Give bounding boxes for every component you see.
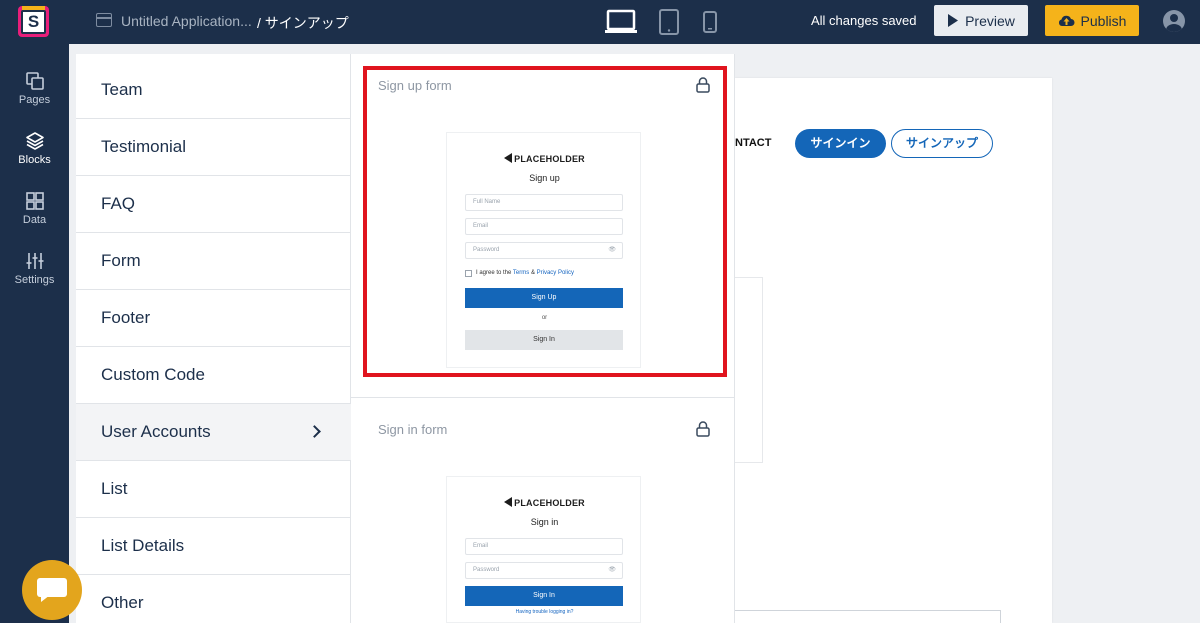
publish-label: Publish bbox=[1080, 12, 1127, 29]
category-label: List bbox=[101, 479, 128, 498]
phone-icon[interactable] bbox=[700, 0, 720, 44]
password-field: Password 👁 bbox=[465, 562, 623, 579]
logo-s-icon: S bbox=[21, 10, 46, 34]
canvas-page bbox=[735, 78, 1052, 623]
category-label: User Accounts bbox=[101, 422, 211, 441]
category-item-form[interactable]: Form bbox=[76, 233, 351, 290]
top-bar: S Untitled Application... / サインアップ All c… bbox=[0, 0, 1200, 44]
template-divider bbox=[351, 397, 735, 398]
rail-label-pages: Pages bbox=[18, 94, 51, 106]
data-icon bbox=[25, 192, 44, 210]
category-label: List Details bbox=[101, 536, 185, 555]
save-status: All changes saved bbox=[811, 13, 917, 28]
category-label: Team bbox=[101, 80, 143, 99]
category-item-other[interactable]: Other bbox=[76, 575, 351, 623]
rail-item-pages[interactable]: Pages bbox=[0, 71, 69, 127]
rail-item-data[interactable]: Data bbox=[0, 191, 69, 247]
rail-label-settings: Settings bbox=[14, 274, 55, 286]
category-item-footer[interactable]: Footer bbox=[76, 290, 351, 347]
template-label-signin: Sign in form bbox=[378, 422, 448, 437]
app-logo[interactable]: S bbox=[18, 6, 49, 37]
rail-label-blocks: Blocks bbox=[18, 154, 51, 166]
category-item-list-details[interactable]: List Details bbox=[76, 518, 351, 575]
email-placeholder: Email bbox=[473, 543, 489, 549]
category-label: Custom Code bbox=[101, 365, 205, 384]
placeholder-logo-text: PLACEHOLDER bbox=[514, 498, 585, 508]
rail-item-settings[interactable]: Settings bbox=[0, 251, 69, 307]
signin-preview-title: Sign in bbox=[530, 517, 559, 527]
placeholder-logo: PLACEHOLDER bbox=[447, 497, 642, 508]
category-label: Footer bbox=[101, 308, 151, 327]
category-item-team[interactable]: Team bbox=[76, 62, 351, 119]
laptop-icon[interactable] bbox=[603, 0, 639, 44]
publish-button[interactable]: Publish bbox=[1045, 5, 1139, 36]
play-icon bbox=[948, 14, 959, 27]
canvas-card bbox=[735, 277, 763, 463]
canvas-footer-box bbox=[735, 610, 1001, 623]
trouble-link: Having trouble logging in? bbox=[515, 609, 574, 615]
chat-bubble-tail bbox=[41, 595, 50, 602]
preview-label: Preview bbox=[965, 12, 1015, 29]
left-rail: Pages Blocks Data Settings bbox=[0, 44, 69, 623]
category-item-testimonial[interactable]: Testimonial bbox=[76, 119, 351, 176]
tablet-icon[interactable] bbox=[657, 0, 681, 44]
lock-icon bbox=[696, 421, 710, 437]
signin-preview-button: Sign In bbox=[465, 586, 623, 606]
canvas-signup-button[interactable]: サインアップ bbox=[891, 129, 993, 158]
block-templates-panel: Sign up form PLACEHOLDER Sign up Full Na… bbox=[351, 54, 735, 623]
category-item-faq[interactable]: FAQ bbox=[76, 176, 351, 233]
canvas-nav-link[interactable]: NTACT bbox=[735, 137, 771, 149]
category-label: Testimonial bbox=[101, 137, 187, 156]
application-icon bbox=[96, 13, 112, 27]
eye-icon: 👁 bbox=[608, 567, 616, 573]
cloud-upload-icon bbox=[1058, 15, 1075, 26]
preview-button[interactable]: Preview bbox=[934, 5, 1028, 36]
rail-label-data: Data bbox=[22, 214, 47, 226]
chevron-right-icon bbox=[308, 425, 321, 438]
category-label: FAQ bbox=[101, 194, 136, 213]
user-avatar-icon[interactable] bbox=[1163, 10, 1185, 32]
canvas-signin-button[interactable]: サインイン bbox=[795, 129, 886, 158]
category-label: Form bbox=[101, 251, 141, 270]
selection-highlight bbox=[363, 66, 727, 377]
sliders-icon bbox=[26, 253, 43, 269]
email-field: Email bbox=[465, 538, 623, 555]
app-title[interactable]: Untitled Application... bbox=[121, 13, 252, 29]
category-item-user-accounts[interactable]: User Accounts bbox=[76, 404, 351, 461]
category-item-list[interactable]: List bbox=[76, 461, 351, 518]
blocks-icon bbox=[25, 132, 44, 150]
category-label: Other bbox=[101, 593, 144, 612]
rail-item-blocks[interactable]: Blocks bbox=[0, 131, 69, 187]
signin-form-preview: PLACEHOLDER Sign in Email Password 👁 Sign… bbox=[446, 476, 641, 623]
password-placeholder: Password bbox=[473, 567, 500, 573]
chat-button[interactable] bbox=[22, 560, 82, 620]
category-item-custom-code[interactable]: Custom Code bbox=[76, 347, 351, 404]
pages-icon bbox=[25, 72, 44, 90]
logo-mark-icon bbox=[504, 497, 513, 507]
block-category-list: Team Testimonial FAQ Form Footer Custom … bbox=[76, 54, 351, 623]
breadcrumb[interactable]: / サインアップ bbox=[257, 13, 349, 33]
